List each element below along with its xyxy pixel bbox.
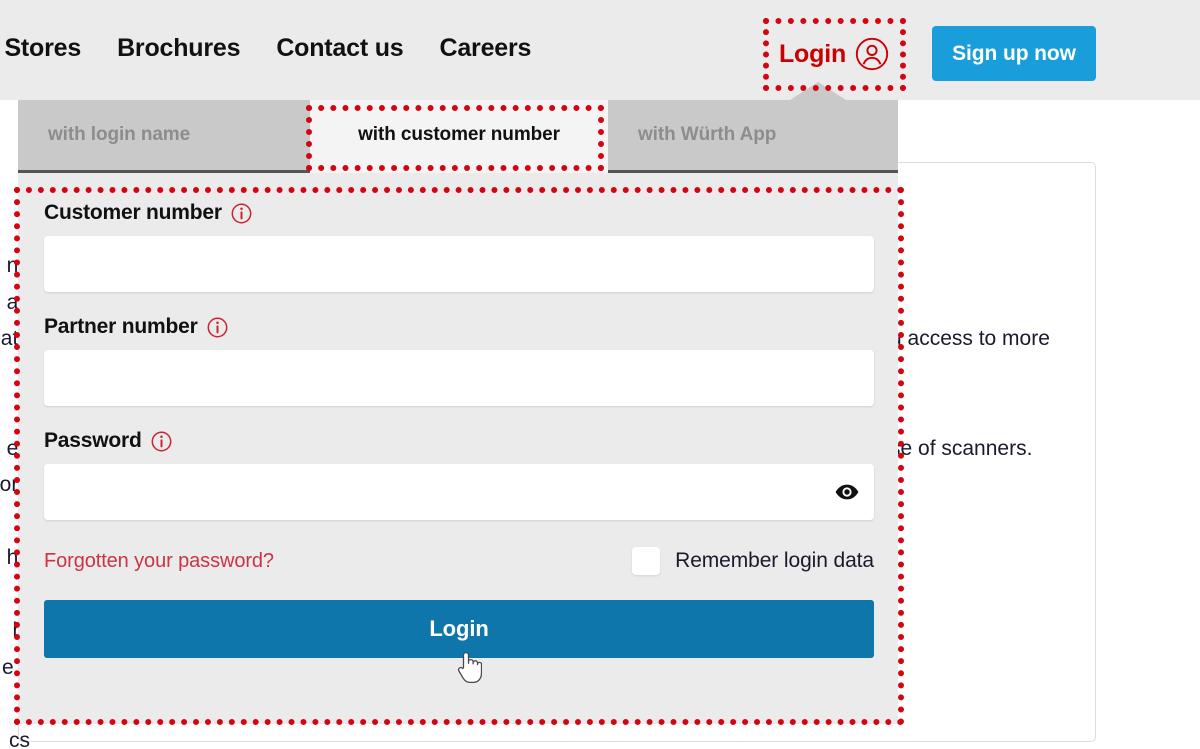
tab-with-login-name-label: with login name [48,124,191,145]
info-circle-icon[interactable] [151,431,172,452]
customer-number-label-row: Customer number [44,201,874,225]
partner-number-input[interactable] [44,350,874,406]
login-form-panel: Customer number Partner number Password … [18,173,898,724]
login-submit-button[interactable]: Login [44,600,874,658]
info-circle-icon[interactable] [231,203,252,224]
partner-number-label-row: Partner number [44,315,874,339]
background-text-right: u access to more se of scanners. . [890,248,1190,650]
login-flyout: with login name with customer number wit… [0,82,898,724]
tab-with-customer-number[interactable]: with customer number [310,100,608,170]
partner-number-label: Partner number [44,315,198,338]
flyout-caret [790,82,846,100]
tab-with-login-name[interactable]: with login name [18,100,310,170]
user-circle-icon [855,37,889,71]
remember-login-data-group: Remember login data [632,547,874,575]
nav-item-stores[interactable]: e Stores [0,34,81,63]
nav-item-contact-us[interactable]: Contact us [276,34,403,63]
nav-item-careers[interactable]: Careers [440,34,532,63]
form-options-row: Forgotten your password? Remember login … [44,547,874,575]
forgot-password-link[interactable]: Forgotten your password? [44,550,274,573]
partner-number-field: Partner number [44,315,874,406]
info-circle-icon[interactable] [207,317,228,338]
login-button[interactable]: Login [770,26,898,82]
password-input[interactable] [44,464,874,520]
password-label: Password [44,429,142,452]
customer-number-field: Customer number [44,201,874,292]
tab-with-customer-number-label: with customer number [358,124,560,145]
screenshot-root: nd an ate ed ord he ht e v cs u access t… [0,0,1200,749]
remember-login-data-checkbox[interactable] [632,547,661,575]
site-header: e Stores Brochures Contact us Careers Lo… [0,0,1200,100]
login-tab-bar: with login name with customer number wit… [18,100,898,170]
nav-item-brochures[interactable]: Brochures [117,34,240,63]
main-navigation: e Stores Brochures Contact us Careers [0,34,531,63]
eye-icon [834,479,860,505]
tab-with-wurth-app[interactable]: with Würth App [608,100,898,170]
password-visibility-toggle[interactable] [834,479,860,505]
background-text-right-line-2: se of scanners. [890,436,1033,460]
password-field: Password [44,429,874,520]
remember-login-data-label: Remember login data [675,549,874,572]
password-input-wrapper [44,464,874,520]
login-form: Customer number Partner number Password … [44,201,874,658]
customer-number-input[interactable] [44,236,874,292]
customer-number-label: Customer number [44,201,222,224]
background-text-right-line-1: u access to more [890,327,1050,350]
login-button-label: Login [778,39,847,68]
password-label-row: Password [44,429,874,453]
sign-up-now-label: Sign up now [952,41,1076,65]
sign-up-now-button[interactable]: Sign up now [932,26,1096,81]
background-text-right-line-3: . [890,540,1190,577]
tab-with-wurth-app-label: with Würth App [638,124,777,145]
